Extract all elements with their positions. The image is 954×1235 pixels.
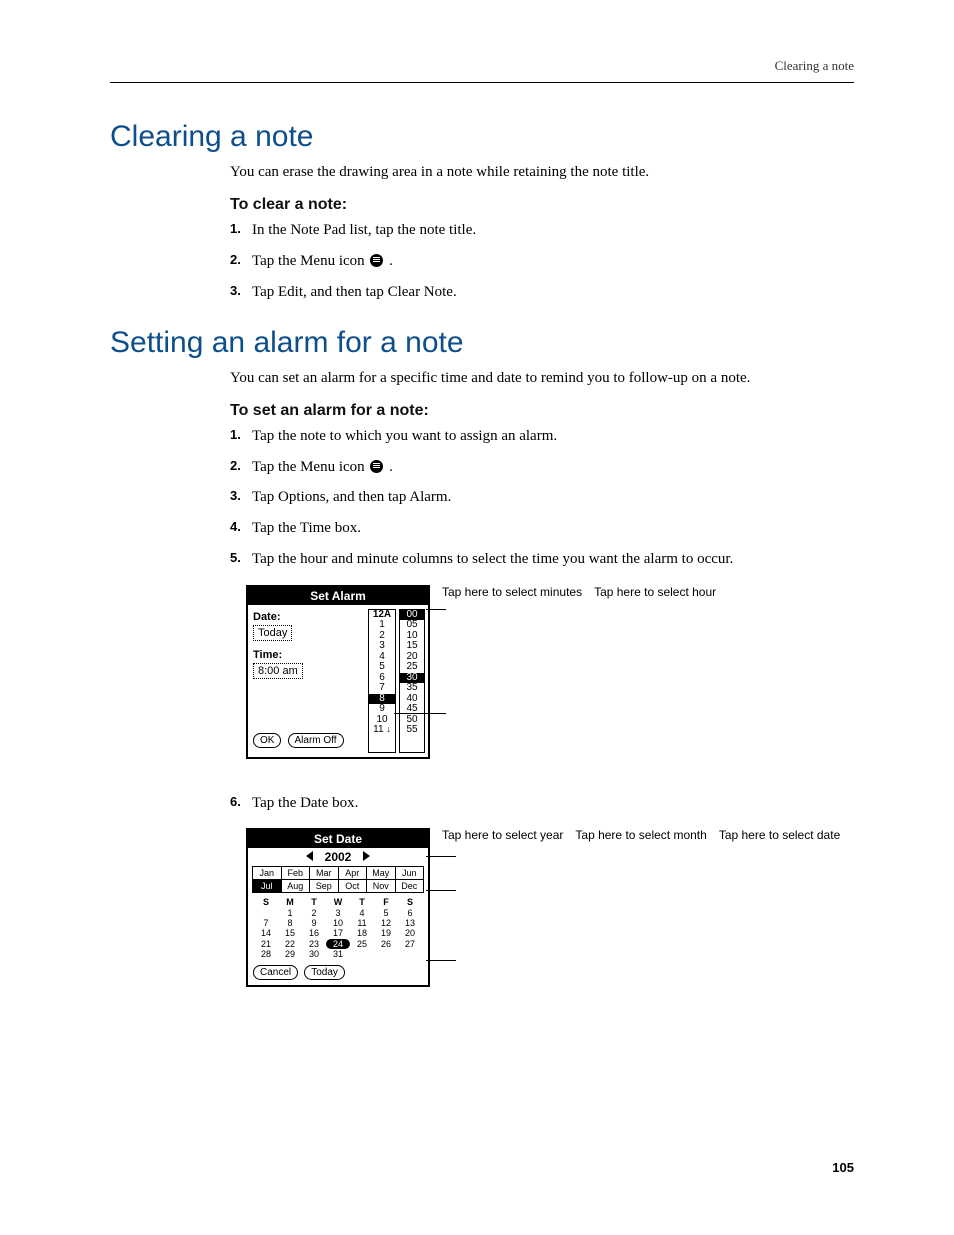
section1-intro: You can erase the drawing area in a note…: [230, 162, 854, 182]
callout-leader: [426, 890, 456, 891]
list-item: 5.Tap the hour and minute columns to sel…: [230, 549, 854, 571]
callout-leader: [426, 856, 456, 857]
time-field[interactable]: 8:00 am: [253, 663, 303, 679]
callout-select-minutes: Tap here to select minutes: [442, 585, 582, 601]
step-text: In the Note Pad list, tap the note title…: [252, 220, 854, 242]
callout-select-hour: Tap here to select hour: [594, 585, 716, 601]
list-item: 1.Tap the note to which you want to assi…: [230, 426, 854, 448]
step-text: Tap the note to which you want to assign…: [252, 426, 854, 448]
time-label: Time:: [253, 649, 365, 661]
page-number: 105: [832, 1160, 854, 1175]
page: Clearing a note Clearing a note You can …: [0, 0, 954, 1235]
list-item: 3.Tap Options, and then tap Alarm.: [230, 487, 854, 509]
section2-steps: 1.Tap the note to which you want to assi…: [230, 426, 854, 571]
set-date-dialog: Set Date 2002 JanFebMarAprMayJun JulAugS…: [246, 828, 430, 987]
callout-select-year: Tap here to select year: [442, 828, 563, 844]
section2-subhead: To set an alarm for a note:: [230, 402, 854, 420]
year-selector[interactable]: 2002: [248, 848, 428, 866]
ok-button[interactable]: OK: [253, 733, 281, 748]
today-button[interactable]: Today: [304, 965, 345, 980]
set-alarm-dialog: Set Alarm Date: Today Time: 8:00 am OK A…: [246, 585, 430, 759]
heading-setting-an-alarm: Setting an alarm for a note: [110, 326, 854, 360]
callout-leader: [394, 713, 446, 714]
list-item: 2.Tap the Menu icon .: [230, 457, 854, 479]
dialog-title: Set Alarm: [248, 587, 428, 605]
step-text: Tap the hour and minute columns to selec…: [252, 549, 854, 571]
minute-column[interactable]: 00 05 10 15 20 25 30 35 40 45 50 55: [399, 609, 425, 753]
next-year-icon[interactable]: [363, 851, 370, 861]
dialog-title: Set Date: [248, 830, 428, 848]
section1-subhead: To clear a note:: [230, 196, 854, 214]
prev-year-icon[interactable]: [306, 851, 313, 861]
callout-leader: [426, 960, 456, 961]
figure-set-alarm: Set Alarm Date: Today Time: 8:00 am OK A…: [246, 585, 854, 775]
callout-select-date: Tap here to select date: [719, 828, 840, 844]
step-text: Tap Edit, and then tap Clear Note.: [252, 282, 854, 304]
section1-steps: 1.In the Note Pad list, tap the note tit…: [230, 220, 854, 303]
step-text: Tap the Menu icon .: [252, 251, 854, 273]
list-item: 6.Tap the Date box.: [230, 793, 854, 815]
step-text: Tap the Menu icon .: [252, 457, 854, 479]
year-value: 2002: [325, 850, 352, 864]
cancel-button[interactable]: Cancel: [253, 965, 298, 980]
section1-body: You can erase the drawing area in a note…: [230, 162, 854, 304]
step-text: Tap Options, and then tap Alarm.: [252, 487, 854, 509]
list-item: 4.Tap the Time box.: [230, 518, 854, 540]
date-label: Date:: [253, 611, 365, 623]
content: Clearing a note You can erase the drawin…: [110, 120, 854, 1028]
alarm-off-button[interactable]: Alarm Off: [288, 733, 344, 748]
list-item: 3.Tap Edit, and then tap Clear Note.: [230, 282, 854, 304]
section2-body: You can set an alarm for a specific time…: [230, 368, 854, 1029]
list-item: 1.In the Note Pad list, tap the note tit…: [230, 220, 854, 242]
heading-clearing-a-note: Clearing a note: [110, 120, 854, 154]
menu-icon: [370, 254, 383, 267]
step-text: Tap the Date box.: [252, 793, 854, 815]
step-text: Tap the Time box.: [252, 518, 854, 540]
date-field[interactable]: Today: [253, 625, 292, 641]
month-grid[interactable]: JanFebMarAprMayJun JulAugSepOctNovDec: [252, 866, 424, 893]
callout-select-month: Tap here to select month: [575, 828, 706, 844]
hour-column[interactable]: 12A 1 2 3 4 5 6 7 8 9 10 11 ↓: [368, 609, 396, 753]
section2-intro: You can set an alarm for a specific time…: [230, 368, 854, 388]
figure-set-date: Set Date 2002 JanFebMarAprMayJun JulAugS…: [246, 828, 854, 1028]
running-header: Clearing a note: [775, 58, 854, 74]
section2-steps-cont: 6.Tap the Date box.: [230, 793, 854, 815]
list-item: 2.Tap the Menu icon .: [230, 251, 854, 273]
menu-icon: [370, 460, 383, 473]
callout-leader: [426, 609, 446, 610]
header-rule: [110, 82, 854, 83]
calendar-grid[interactable]: SMTWTFS 123456 78910111213 1415161718192…: [254, 897, 422, 959]
